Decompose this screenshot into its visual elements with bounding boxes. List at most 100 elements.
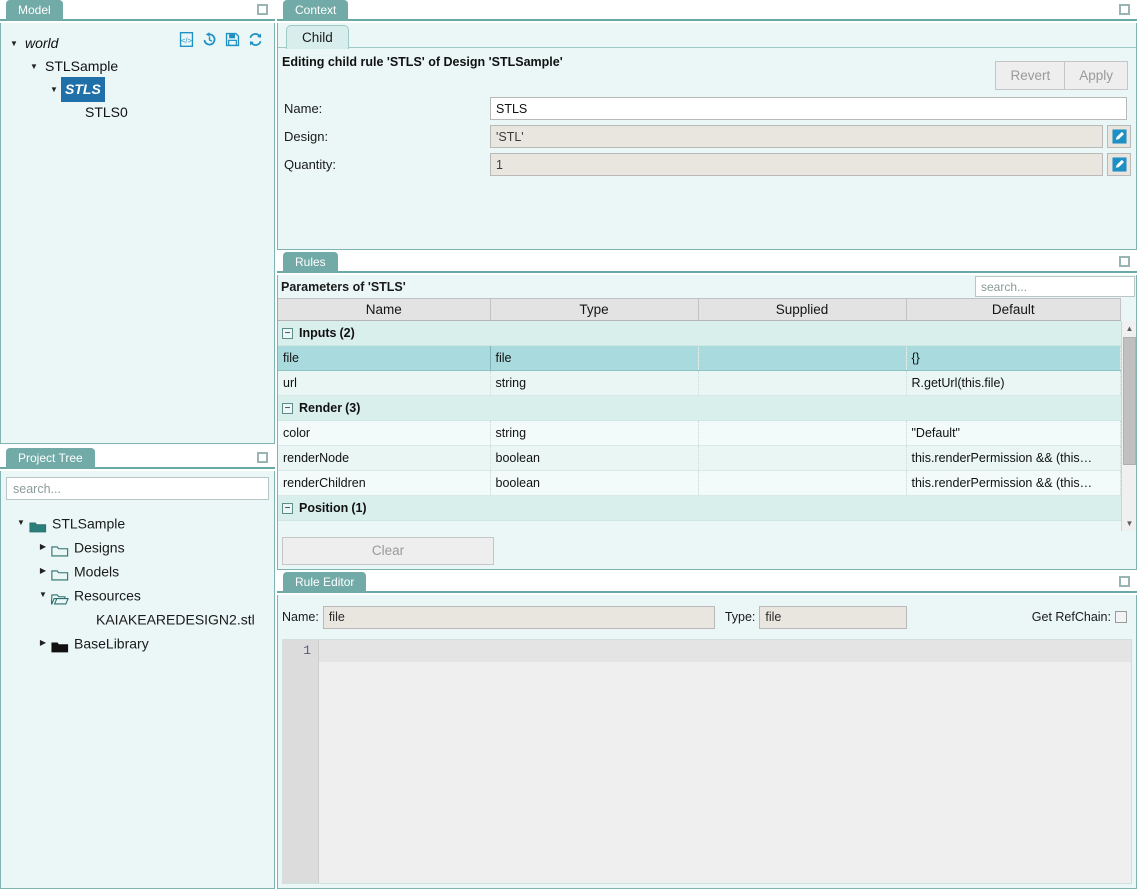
editor-panel-body: Name: file Type: file Get RefChain: 1 — [277, 595, 1137, 889]
project-tree-item[interactable]: Models — [5, 558, 270, 582]
rules-column-header[interactable]: Type — [490, 298, 699, 321]
scroll-down-icon[interactable]: ▼ — [1122, 516, 1136, 531]
edit-pencil-button[interactable] — [1107, 153, 1131, 176]
chevron-down-icon[interactable] — [13, 511, 29, 535]
rules-panel-body: Parameters of 'STLS' search... Name Type S… — [277, 275, 1137, 570]
editor-name-input[interactable]: file — [322, 605, 715, 629]
rule-editor-panel: Rule Editor Name: file Type: file Get Re… — [277, 572, 1137, 889]
tab-child[interactable]: Child — [286, 25, 349, 49]
code-icon[interactable]: </> — [178, 31, 195, 48]
context-field-input[interactable]: STLS — [490, 97, 1127, 120]
project-tree-item[interactable]: STLSample — [5, 510, 270, 534]
rules-table-row[interactable]: file file {} — [278, 345, 1121, 371]
rules-group-row[interactable]: − Render (3) — [278, 395, 1121, 421]
editor-type-input[interactable]: file — [759, 605, 908, 629]
context-panel: Context Child Editing child rule 'STLS' … — [277, 0, 1137, 250]
maximize-icon[interactable] — [1119, 4, 1130, 15]
editor-code-area[interactable] — [319, 640, 1131, 883]
chevron-right-icon[interactable] — [35, 631, 51, 655]
collapse-minus-icon[interactable]: − — [282, 403, 293, 415]
rules-table-row[interactable]: renderNode boolean this.renderPermission &… — [278, 445, 1121, 471]
tab-rule-editor[interactable]: Rule Editor — [283, 572, 367, 593]
rules-header: Parameters of 'STLS' search... — [278, 275, 1136, 298]
rules-column-header[interactable]: Name — [278, 298, 491, 321]
rules-column-header[interactable]: Supplied — [698, 298, 907, 321]
maximize-icon[interactable] — [1119, 576, 1130, 587]
context-panel-tabbar: Context — [277, 0, 1137, 21]
rules-group-count: (3) — [345, 401, 361, 415]
model-tree-item-label: STLS — [61, 77, 105, 102]
rules-table-row[interactable]: color string "Default" — [278, 420, 1121, 446]
editor-line-number-gutter: 1 — [283, 640, 319, 883]
tab-rules[interactable]: Rules — [283, 252, 338, 273]
tab-model[interactable]: Model — [6, 0, 63, 21]
scrollbar-thumb[interactable] — [1123, 337, 1136, 465]
save-icon[interactable] — [224, 31, 241, 48]
context-field-input[interactable]: 'STL' — [490, 125, 1103, 148]
tab-context[interactable]: Context — [283, 0, 349, 21]
collapse-minus-icon[interactable]: − — [282, 328, 293, 340]
model-toolbar: </> — [178, 31, 264, 48]
rules-cell-default: R.getUrl(this.file) — [906, 370, 1121, 396]
rules-cell-default: "Default" — [906, 420, 1121, 446]
rules-search-input[interactable]: search... — [975, 276, 1135, 297]
revert-button[interactable]: Revert — [995, 61, 1066, 90]
project-tree-item[interactable]: Designs — [5, 534, 270, 558]
model-panel: Model </> ▼world ▼STLSample ▼STLS STLS0 — [0, 0, 275, 444]
model-tree-item[interactable]: STLSample — [7, 54, 268, 77]
get-refchain-checkbox[interactable] — [1115, 611, 1127, 623]
closed-folder-icon — [51, 546, 69, 557]
model-panel-tabbar: Model — [0, 0, 275, 21]
rules-group-cell: − Render (3) — [278, 395, 1121, 421]
project-tree-item[interactable]: Resources — [5, 582, 270, 606]
rules-panel: Rules Parameters of 'STLS' search... Nam… — [277, 252, 1137, 570]
code-editor[interactable]: 1 — [282, 639, 1132, 884]
context-form: Name: STLS Design: 'STL' Quantity: 1 — [278, 95, 1136, 179]
project-tree-item[interactable]: KAIAKEAREDESIGN2.stl — [5, 606, 270, 630]
rules-group-row[interactable]: − Position (1) — [278, 495, 1121, 521]
rules-cell-type: boolean — [490, 445, 699, 471]
chevron-down-icon[interactable] — [7, 32, 21, 55]
maximize-icon[interactable] — [1119, 256, 1130, 267]
model-tree-item-label: STLSample — [45, 58, 119, 74]
project-search-input[interactable]: search... — [6, 477, 269, 500]
maximize-icon[interactable] — [257, 4, 268, 15]
chevron-right-icon[interactable] — [35, 535, 51, 559]
editor-code-line[interactable] — [319, 640, 1131, 662]
get-refchain-label: Get RefChain: — [1031, 610, 1111, 624]
apply-button[interactable]: Apply — [1064, 61, 1128, 90]
context-field-input[interactable]: 1 — [490, 153, 1103, 176]
rules-cell-name: renderNode — [278, 445, 491, 471]
chevron-right-icon[interactable] — [35, 559, 51, 583]
rules-cell-supplied — [698, 445, 907, 471]
collapse-minus-icon[interactable]: − — [282, 503, 293, 515]
tab-project-tree[interactable]: Project Tree — [6, 448, 95, 469]
context-field-row: Design: 'STL' — [278, 123, 1136, 150]
rules-group-row[interactable]: − Inputs (2) — [278, 320, 1121, 346]
rules-vertical-scrollbar[interactable]: ▲ ▼ — [1121, 321, 1136, 531]
model-tree-item[interactable]: STLS0 — [7, 100, 268, 123]
scroll-up-icon[interactable]: ▲ — [1122, 321, 1136, 336]
chevron-down-icon[interactable] — [47, 78, 61, 101]
chevron-down-icon[interactable] — [27, 55, 41, 78]
rules-column-header[interactable]: Default — [906, 298, 1121, 321]
rules-cell-name: renderChildren — [278, 470, 491, 496]
rules-panel-tabbar: Rules — [277, 252, 1137, 273]
rules-table-row[interactable]: url string R.getUrl(this.file) — [278, 370, 1121, 396]
project-tree-item-label: STLSample — [52, 515, 126, 532]
rules-cell-name: file — [278, 345, 491, 371]
edit-pencil-button[interactable] — [1107, 125, 1131, 148]
refresh-icon[interactable] — [247, 31, 264, 48]
model-tree-item[interactable]: STLS — [7, 77, 268, 102]
project-tree-item[interactable]: BaseLibrary — [5, 630, 270, 654]
clear-button[interactable]: Clear — [282, 537, 494, 565]
history-undo-icon[interactable] — [201, 31, 218, 48]
maximize-icon[interactable] — [257, 452, 268, 463]
rules-cell-supplied — [698, 420, 907, 446]
chevron-down-icon[interactable] — [35, 583, 51, 607]
pencil-icon — [1111, 157, 1127, 172]
folder-icon-wrap — [29, 517, 47, 533]
rules-table-row[interactable]: renderChildren boolean this.renderPermissi… — [278, 470, 1121, 496]
rules-cell-default: {} — [906, 345, 1121, 371]
context-subtabbar: Child — [278, 23, 1136, 49]
